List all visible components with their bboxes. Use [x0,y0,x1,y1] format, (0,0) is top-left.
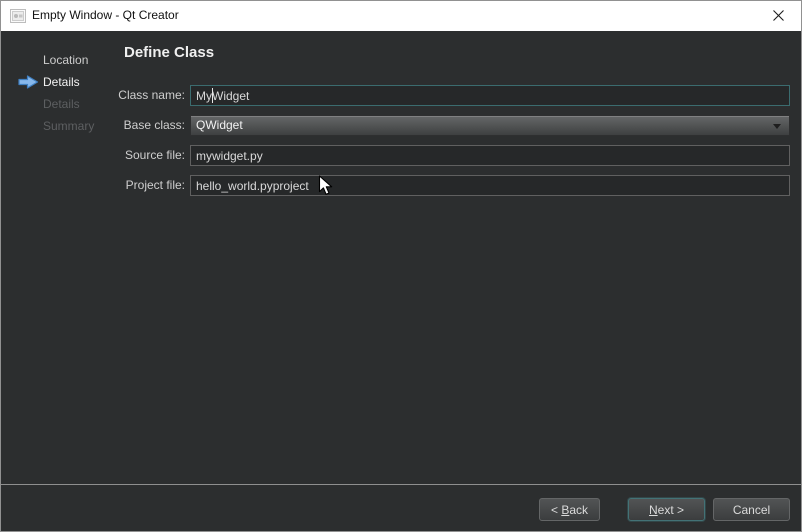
qt-creator-app-icon [10,8,26,24]
close-button[interactable] [755,1,801,30]
source-file-label: Source file: [91,145,185,166]
page-title: Define Class [124,44,214,61]
window-title: Empty Window - Qt Creator [32,1,179,31]
cancel-button[interactable]: Cancel [713,498,790,521]
class-name-field-wrap [190,85,790,106]
chevron-down-icon [773,124,781,129]
base-class-selected-value: QWidget [196,118,243,132]
next-button[interactable]: Next > [628,498,705,521]
footer-separator [1,484,801,485]
current-step-arrow-icon [18,75,39,89]
text-caret [212,88,213,103]
titlebar: Empty Window - Qt Creator [1,1,801,31]
base-class-dropdown[interactable]: QWidget [190,115,790,136]
base-class-label: Base class: [91,115,185,136]
back-button[interactable]: < Back [539,498,600,521]
close-icon [772,9,785,22]
class-name-label: Class name: [91,85,185,106]
base-class-field-wrap: QWidget [190,115,790,136]
dialog-body: Location Details Details Summary Define … [1,31,801,531]
wizard-dialog: Empty Window - Qt Creator Location Detai… [0,0,802,532]
source-file-field-wrap [190,145,790,166]
project-file-label: Project file: [91,175,185,196]
class-name-input[interactable] [190,85,790,106]
project-file-field-wrap [190,175,790,196]
step-location: Location [1,49,116,71]
source-file-input[interactable] [190,145,790,166]
project-file-input[interactable] [190,175,790,196]
